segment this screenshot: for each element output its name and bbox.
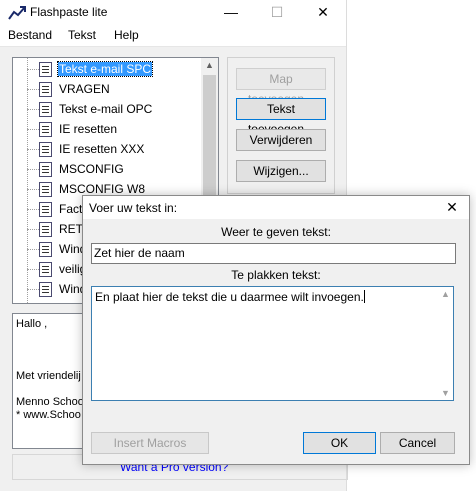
document-icon bbox=[39, 102, 52, 117]
tree-item-label: MSCONFIG bbox=[59, 162, 124, 176]
menu-bestand[interactable]: Bestand bbox=[8, 28, 52, 42]
menu-bar: Bestand Tekst Help bbox=[0, 25, 346, 47]
tree-item[interactable]: IE resetten bbox=[13, 119, 203, 139]
close-button[interactable]: ✕ bbox=[300, 0, 346, 25]
insert-macros-button[interactable]: Insert Macros bbox=[91, 432, 209, 454]
tree-item[interactable]: Tekst e-mail SPC bbox=[13, 59, 203, 79]
cancel-button[interactable]: Cancel bbox=[380, 432, 455, 454]
document-icon bbox=[39, 242, 52, 257]
paste-text-value: En plaat hier de tekst die u daarmee wil… bbox=[95, 290, 365, 304]
document-icon bbox=[39, 82, 52, 97]
document-icon bbox=[39, 202, 52, 217]
dialog-title-bar: Voer uw tekst in: ✕ bbox=[83, 196, 469, 219]
tree-item-label: RET bbox=[59, 222, 83, 236]
dialog-close-button[interactable]: ✕ bbox=[435, 196, 469, 219]
ok-button[interactable]: OK bbox=[303, 432, 376, 454]
add-text-button[interactable]: Tekst toevoegen... bbox=[236, 98, 326, 136]
document-icon bbox=[39, 182, 52, 197]
tree-item-label: Fact bbox=[59, 202, 83, 216]
document-icon bbox=[39, 62, 52, 77]
document-icon bbox=[39, 142, 52, 157]
dialog-title: Voer uw tekst in: bbox=[89, 201, 178, 215]
tree-item[interactable]: MSCONFIG bbox=[13, 159, 203, 179]
tree-item-label: Tekst e-mail SPC bbox=[56, 61, 154, 77]
document-icon bbox=[39, 222, 52, 237]
document-icon bbox=[39, 282, 52, 297]
scroll-up-icon[interactable]: ▲ bbox=[438, 289, 453, 299]
document-icon bbox=[39, 262, 52, 277]
tree-item-label: MSCONFIG W8 bbox=[59, 182, 145, 196]
document-icon bbox=[39, 162, 52, 177]
delete-button[interactable]: Verwijderen bbox=[236, 129, 326, 151]
button-panel: Map toevoegen... Tekst toevoegen... Verw… bbox=[227, 57, 335, 194]
tree-item-label: IE resetten bbox=[59, 122, 118, 136]
document-icon bbox=[39, 122, 52, 137]
paste-text-area[interactable]: En plaat hier de tekst die u daarmee wil… bbox=[91, 286, 454, 401]
paste-text-label: Te plakken tekst: bbox=[231, 268, 321, 282]
menu-help[interactable]: Help bbox=[114, 28, 139, 42]
preview-line: Met vriendelij bbox=[16, 370, 81, 382]
tree-item-label: Tekst e-mail OPC bbox=[59, 102, 153, 116]
menu-tekst[interactable]: Tekst bbox=[68, 28, 96, 42]
preview-line: Hallo , bbox=[16, 318, 48, 330]
tree-item[interactable]: VRAGEN bbox=[13, 79, 203, 99]
edit-button[interactable]: Wijzigen... bbox=[236, 160, 326, 182]
window-title: Flashpaste lite bbox=[30, 5, 108, 19]
preview-line: Menno Schoo bbox=[16, 396, 84, 408]
tree-item[interactable]: Tekst e-mail OPC bbox=[13, 99, 203, 119]
tree-item[interactable]: IE resetten XXX bbox=[13, 139, 203, 159]
display-text-label: Weer te geven tekst: bbox=[221, 225, 331, 239]
add-map-button[interactable]: Map toevoegen... bbox=[236, 68, 326, 106]
text-input-dialog: Voer uw tekst in: ✕ Weer te geven tekst:… bbox=[82, 195, 470, 465]
display-text-input[interactable]: Zet hier de naam bbox=[91, 243, 456, 264]
scroll-up-icon[interactable]: ▲ bbox=[201, 60, 218, 70]
app-icon bbox=[8, 6, 26, 20]
tree-item-label: VRAGEN bbox=[59, 82, 110, 96]
tree-item-label: IE resetten XXX bbox=[59, 142, 145, 156]
textarea-scrollbar[interactable]: ▲ ▼ bbox=[438, 287, 453, 400]
title-bar: Flashpaste lite — ☐ ✕ bbox=[0, 0, 346, 25]
preview-line: * www.Schoo bbox=[16, 409, 81, 421]
minimize-button[interactable]: — bbox=[208, 0, 254, 25]
scroll-down-icon[interactable]: ▼ bbox=[438, 388, 453, 398]
maximize-button[interactable]: ☐ bbox=[254, 0, 300, 25]
